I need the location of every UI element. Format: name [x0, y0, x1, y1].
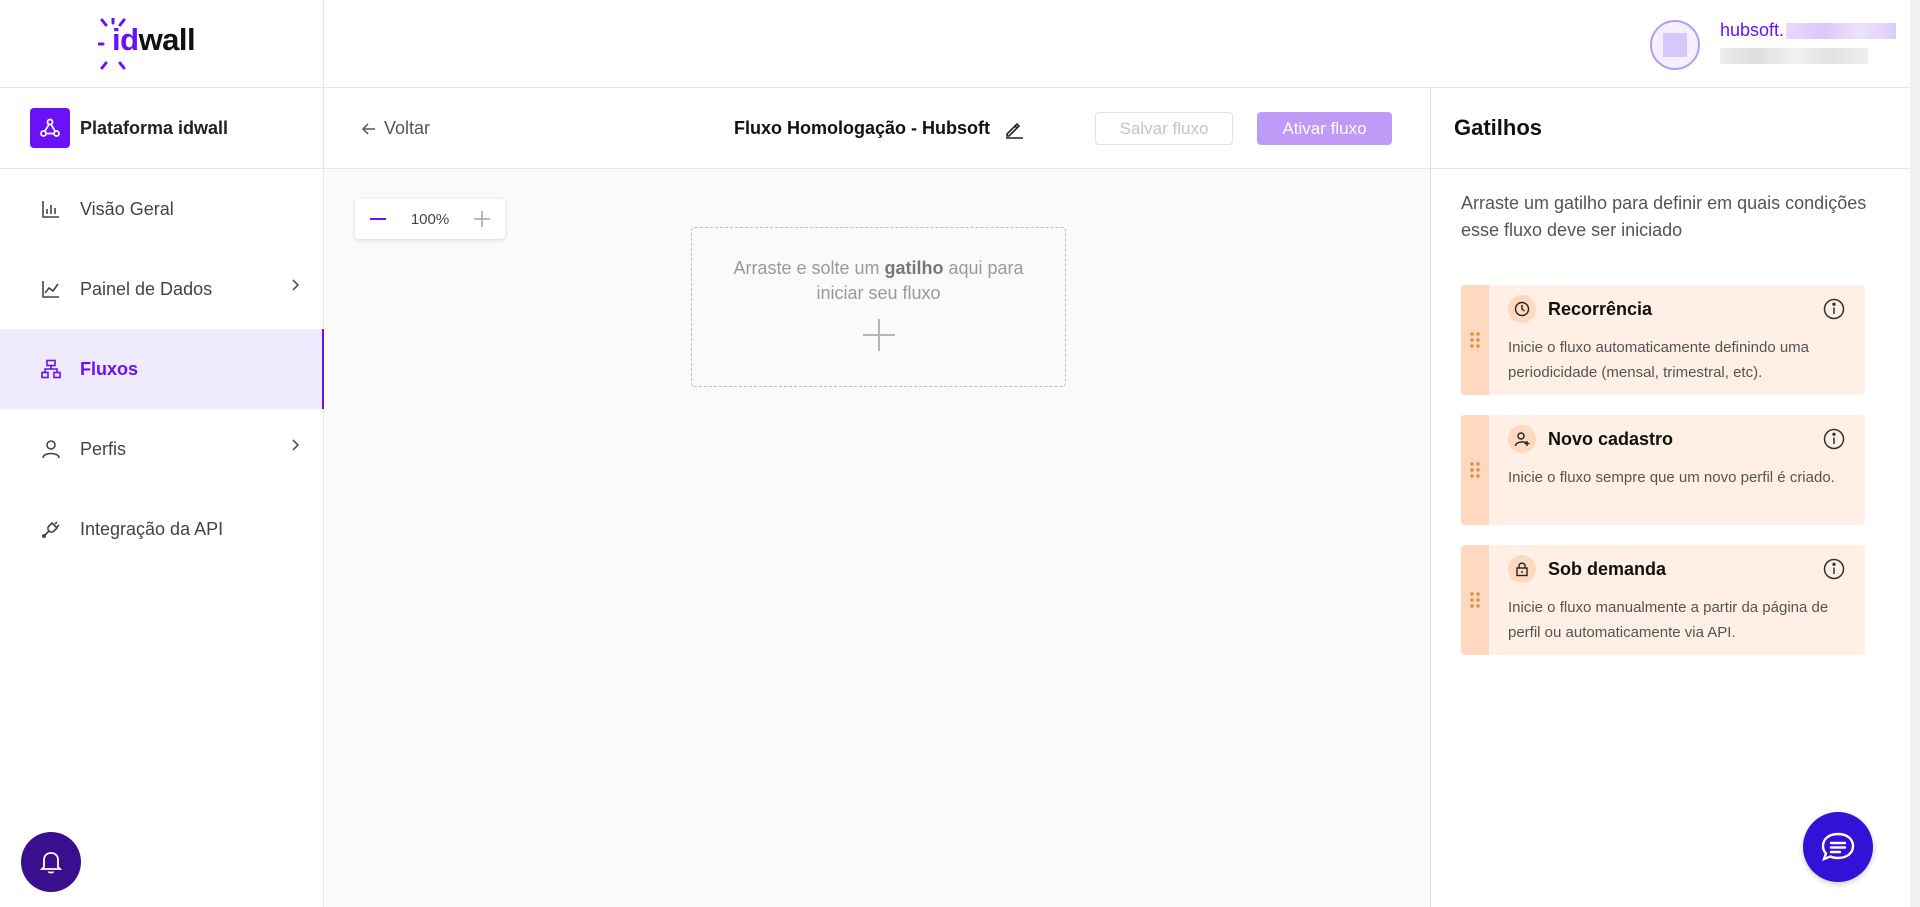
trigger-title: Recorrência — [1548, 299, 1653, 319]
trigger-card-recorrencia[interactable]: Recorrência Inicie o fluxo automaticamen… — [1461, 285, 1865, 395]
sidebar-item-painel-de-dados[interactable]: Painel de Dados — [0, 249, 323, 329]
logo-wordmark[interactable]: idwall — [112, 22, 196, 58]
drag-handle[interactable] — [1461, 285, 1489, 395]
sidebar-item-integracao-api[interactable]: Integração da API — [0, 489, 323, 569]
user-icon — [40, 438, 62, 460]
drag-handle[interactable] — [1461, 545, 1489, 655]
sidebar: idwall Plataforma idwall Visão Geral Pai… — [0, 0, 325, 907]
chat-bubble-icon — [1821, 832, 1855, 862]
redacted-email — [1720, 48, 1868, 64]
avatar-image — [1663, 33, 1687, 57]
dropzone-text-start: Arraste e solte um — [733, 258, 885, 278]
info-icon[interactable] — [1823, 558, 1845, 580]
sidebar-item-visao-geral[interactable]: Visão Geral — [0, 169, 323, 249]
flow-icon — [40, 358, 62, 380]
avatar[interactable] — [1650, 20, 1700, 70]
new-user-icon — [1508, 425, 1536, 453]
flow-canvas[interactable]: 100% Arraste e solte um gatilho aqui par… — [324, 169, 1430, 907]
info-icon[interactable] — [1823, 428, 1845, 450]
chat-support-button[interactable] — [1803, 812, 1873, 882]
panel-description: Arraste um gatilho para definir em quais… — [1461, 193, 1867, 240]
back-label: Voltar — [384, 118, 431, 138]
trigger-title: Novo cadastro — [1548, 429, 1674, 449]
sidebar-item-label: Painel de Dados — [80, 278, 213, 299]
scrollbar[interactable] — [1910, 0, 1920, 907]
sidebar-item-label: Visão Geral — [80, 198, 174, 219]
logo-wall-text: wall — [138, 22, 196, 57]
sidebar-item-label: Fluxos — [80, 358, 139, 379]
platform-switcher[interactable]: Plataforma idwall — [0, 88, 323, 169]
platform-network-icon — [30, 108, 70, 148]
plug-icon — [40, 518, 62, 540]
trigger-description: Inicie o fluxo sempre que um novo perfil… — [1508, 469, 1835, 486]
sidebar-item-label: Integração da API — [80, 518, 224, 539]
edit-pencil-icon[interactable] — [1004, 119, 1024, 139]
arrow-left-icon — [362, 122, 375, 135]
clock-icon — [1508, 295, 1536, 323]
chevron-right-icon — [292, 439, 300, 451]
sidebar-item-label: Perfis — [80, 438, 127, 459]
sidebar-item-fluxos[interactable]: Fluxos — [0, 329, 325, 409]
zoom-value: 100% — [410, 210, 450, 228]
panel-title: Gatilhos — [1431, 88, 1910, 169]
logo-id-text: id — [112, 22, 139, 57]
zoom-out-icon[interactable] — [369, 210, 387, 228]
info-icon[interactable] — [1823, 298, 1845, 320]
back-button[interactable]: Voltar — [362, 118, 430, 139]
dropzone-text-bold: gatilho — [884, 258, 944, 278]
flow-title-text: Fluxo Homologação - Hubsoft — [734, 118, 990, 138]
chevron-right-icon — [292, 279, 300, 291]
logo-area: idwall — [0, 0, 323, 88]
zoom-in-icon[interactable] — [473, 210, 491, 228]
notifications-button[interactable] — [21, 832, 81, 892]
drag-grip-icon — [1470, 332, 1480, 348]
platform-label: Plataforma idwall — [80, 117, 229, 138]
line-chart-icon — [40, 278, 62, 300]
trigger-description: Inicie o fluxo automaticamente definindo… — [1508, 339, 1810, 381]
trigger-title: Sob demanda — [1548, 559, 1667, 579]
trigger-description: Inicie o fluxo manualmente a partir da p… — [1508, 599, 1829, 641]
flow-toolbar: Voltar Fluxo Homologação - Hubsoft Salva… — [324, 88, 1430, 169]
username[interactable]: hubsoft. — [1720, 20, 1784, 41]
redacted-username — [1786, 23, 1896, 39]
sidebar-item-perfis[interactable]: Perfis — [0, 409, 323, 489]
drag-handle[interactable] — [1461, 415, 1489, 525]
bar-chart-icon — [40, 198, 62, 220]
bell-icon — [39, 852, 63, 874]
drag-grip-icon — [1470, 462, 1480, 478]
zoom-control: 100% — [355, 199, 505, 239]
trigger-card-novo-cadastro[interactable]: Novo cadastro Inicie o fluxo sempre que … — [1461, 415, 1865, 525]
plus-icon — [862, 319, 895, 351]
save-flow-button[interactable]: Salvar fluxo — [1095, 112, 1233, 145]
dropzone-text: Arraste e solte um gatilho aqui para ini… — [692, 256, 1065, 306]
top-header: hubsoft. — [324, 0, 1910, 88]
activate-flow-button[interactable]: Ativar fluxo — [1257, 112, 1392, 145]
lock-icon — [1508, 555, 1536, 583]
flow-title: Fluxo Homologação - Hubsoft — [734, 118, 1024, 139]
trigger-card-sob-demanda[interactable]: Sob demanda Inicie o fluxo manualmente a… — [1461, 545, 1865, 655]
trigger-dropzone[interactable]: Arraste e solte um gatilho aqui para ini… — [691, 227, 1066, 387]
triggers-panel: Gatilhos Arraste um gatilho para definir… — [1430, 88, 1910, 907]
drag-grip-icon — [1470, 592, 1480, 608]
